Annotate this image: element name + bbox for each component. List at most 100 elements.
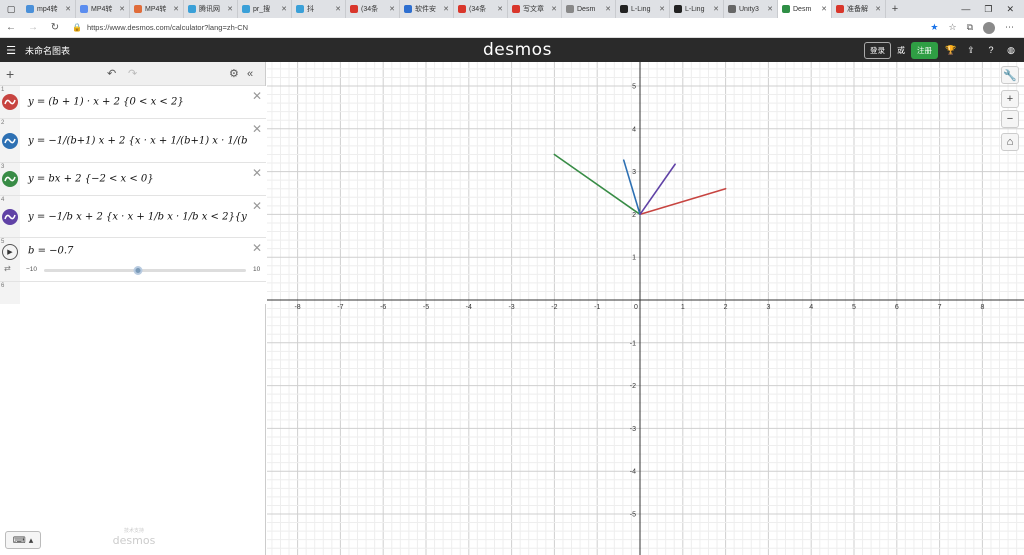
tab-close-icon[interactable]: ✕ bbox=[65, 5, 71, 13]
tab-close-icon[interactable]: ✕ bbox=[875, 5, 881, 13]
caret-up-icon: ▴ bbox=[28, 534, 34, 545]
browser-tab[interactable]: Desm ✕ bbox=[778, 0, 832, 18]
tab-close-icon[interactable]: ✕ bbox=[821, 5, 827, 13]
graph-area[interactable]: -8 -7 -6 -5 -4 -3 -2 -1 0 1 2 3 4 5 6 7 8 5 4 3 2 1 -1 -2 -3 -4 -5… bbox=[267, 62, 1024, 555]
trophy-icon[interactable]: 🏆 bbox=[944, 45, 958, 56]
more-menu-icon[interactable]: ⋯ bbox=[1005, 22, 1014, 33]
undo-icon[interactable]: ↶ bbox=[107, 67, 116, 80]
graph-style-icon[interactable] bbox=[2, 171, 18, 187]
graph-style-icon[interactable] bbox=[2, 132, 18, 149]
browser-tab[interactable]: 腾讯网 ✕ bbox=[184, 0, 238, 18]
empty-expression-row[interactable]: 6 bbox=[0, 282, 266, 304]
tab-close-icon[interactable]: ✕ bbox=[767, 5, 773, 13]
tab-close-icon[interactable]: ✕ bbox=[713, 5, 719, 13]
reload-icon[interactable]: ↻ bbox=[44, 22, 66, 33]
browser-tab[interactable]: mp4转 ✕ bbox=[22, 0, 76, 18]
graph-style-icon[interactable] bbox=[2, 208, 18, 225]
browser-tab[interactable]: Unity3 ✕ bbox=[724, 0, 778, 18]
menu-icon[interactable]: ☰ bbox=[0, 44, 22, 57]
delete-expression-icon[interactable]: ✕ bbox=[252, 122, 262, 136]
x-tick-label: 1 bbox=[681, 304, 685, 311]
zoom-out-icon[interactable]: − bbox=[1001, 110, 1019, 128]
slider-max-label[interactable]: 10 bbox=[253, 266, 260, 273]
settings-gear-icon[interactable]: ⚙ bbox=[229, 67, 239, 80]
zoom-in-icon[interactable]: + bbox=[1001, 90, 1019, 108]
back-icon[interactable]: ← bbox=[0, 22, 22, 33]
x-tick-label: 4 bbox=[809, 304, 813, 311]
tab-close-icon[interactable]: ✕ bbox=[443, 5, 449, 13]
login-button[interactable]: 登录 bbox=[864, 41, 891, 59]
tab-close-icon[interactable]: ✕ bbox=[335, 5, 341, 13]
new-tab-button[interactable]: + bbox=[886, 3, 904, 15]
browser-tab[interactable]: 抖 ✕ bbox=[292, 0, 346, 18]
expression-math[interactable]: y = −1/(b+1) x + 2 {x · x + 1/(b+1) x · … bbox=[28, 135, 248, 146]
tab-title: mp4转 bbox=[37, 6, 58, 13]
tab-close-icon[interactable]: ✕ bbox=[551, 5, 557, 13]
slider-min-label[interactable]: −10 bbox=[26, 266, 37, 273]
delete-expression-icon[interactable]: ✕ bbox=[252, 89, 262, 103]
browser-tab[interactable]: Desm ✕ bbox=[562, 0, 616, 18]
delete-expression-icon[interactable]: ✕ bbox=[252, 199, 262, 213]
play-icon[interactable]: ▶ bbox=[2, 244, 18, 260]
graph-canvas[interactable]: -8 -7 -6 -5 -4 -3 -2 -1 0 1 2 3 4 5 6 7 8 5 4 3 2 1 -1 -2 -3 -4 -5 bbox=[267, 62, 1024, 555]
tab-close-icon[interactable]: ✕ bbox=[173, 5, 179, 13]
graph-style-icon[interactable] bbox=[2, 94, 18, 110]
slider-row[interactable]: 5 ▶ ⇄ b = −0.7 ✕ −10 10 bbox=[0, 238, 266, 282]
browser-tab[interactable]: MP4转 ✕ bbox=[76, 0, 130, 18]
share-icon[interactable]: ⇪ bbox=[964, 45, 978, 56]
browser-tab[interactable]: pr_搜 ✕ bbox=[238, 0, 292, 18]
signup-button[interactable]: 注册 bbox=[911, 41, 938, 59]
expression-math[interactable]: y = −1/b x + 2 {x · x + 1/b x · 1/b x < … bbox=[28, 211, 248, 222]
browser-tab[interactable]: 软件安 ✕ bbox=[400, 0, 454, 18]
expression-math[interactable]: y = bx + 2 {−2 < x < 0} bbox=[28, 174, 154, 185]
add-item-icon[interactable]: + bbox=[6, 66, 20, 82]
tab-close-icon[interactable]: ✕ bbox=[119, 5, 125, 13]
expression-row-4[interactable]: 4 y = −1/b x + 2 {x · x + 1/b x · 1/b x … bbox=[0, 196, 266, 238]
browser-tab[interactable]: 写文章 ✕ bbox=[508, 0, 562, 18]
close-window-icon[interactable]: ✕ bbox=[1006, 4, 1014, 15]
graph-settings-wrench-icon[interactable]: 🔧 bbox=[1001, 66, 1019, 84]
tab-close-icon[interactable]: ✕ bbox=[605, 5, 611, 13]
x-tick-label: 2 bbox=[724, 304, 728, 311]
tab-close-icon[interactable]: ✕ bbox=[227, 5, 233, 13]
tab-favicon-icon bbox=[242, 5, 250, 13]
slider-thumb[interactable] bbox=[133, 266, 143, 275]
slider-track[interactable] bbox=[44, 266, 246, 275]
home-icon[interactable]: ⌂ bbox=[1001, 133, 1019, 151]
delete-expression-icon[interactable]: ✕ bbox=[252, 166, 262, 180]
help-icon[interactable]: ? bbox=[984, 45, 998, 55]
browser-tab[interactable]: 准备解 ✕ bbox=[832, 0, 886, 18]
slider-expression[interactable]: b = −0.7 bbox=[28, 246, 73, 257]
graph-title[interactable]: 未命名图表 bbox=[25, 44, 70, 57]
delete-expression-icon[interactable]: ✕ bbox=[252, 241, 262, 255]
language-globe-icon[interactable]: ◍ bbox=[1004, 45, 1018, 56]
tab-close-icon[interactable]: ✕ bbox=[281, 5, 287, 13]
profile-avatar[interactable] bbox=[983, 21, 995, 34]
maximize-icon[interactable]: ❐ bbox=[984, 4, 992, 15]
expression-row-3[interactable]: 3 y = bx + 2 {−2 < x < 0} ✕ bbox=[0, 163, 266, 196]
tab-close-icon[interactable]: ✕ bbox=[389, 5, 395, 13]
collections-icon[interactable]: ⧉ bbox=[967, 22, 973, 33]
url-field[interactable]: 🔒 https://www.desmos.com/calculator?lang… bbox=[72, 20, 930, 35]
expression-math[interactable]: y = (b + 1) · x + 2 {0 < x < 2} bbox=[28, 97, 184, 108]
collapse-panel-icon[interactable]: « bbox=[247, 68, 253, 80]
browser-tab[interactable]: L-Ling ✕ bbox=[616, 0, 670, 18]
tab-actions-icon[interactable]: ▢ bbox=[0, 0, 22, 18]
browser-tab[interactable]: MP4转 ✕ bbox=[130, 0, 184, 18]
tab-close-icon[interactable]: ✕ bbox=[497, 5, 503, 13]
minimize-icon[interactable]: — bbox=[961, 4, 970, 15]
powered-by-logo: desmos bbox=[112, 534, 156, 547]
bookmark-star-icon[interactable]: ★ bbox=[930, 22, 938, 33]
redo-icon[interactable]: ↷ bbox=[128, 67, 137, 80]
keyboard-toggle-button[interactable]: ⌨ ▴ bbox=[5, 531, 41, 549]
browser-tab-strip: ▢ mp4转 ✕ MP4转 ✕ MP4转 ✕ 腾讯网 ✕ pr_搜 ✕ 抖 ✕ (34条 ✕ 软件安 ✕ (34… bbox=[0, 0, 1024, 18]
expression-row-1[interactable]: 1 y = (b + 1) · x + 2 {0 < x < 2} ✕ bbox=[0, 86, 266, 119]
expression-row-2[interactable]: 2 y = −1/(b+1) x + 2 {x · x + 1/(b+1) x … bbox=[0, 119, 266, 163]
loop-icon[interactable]: ⇄ bbox=[4, 264, 11, 273]
forward-icon[interactable]: → bbox=[22, 22, 44, 33]
favorites-icon[interactable]: ☆ bbox=[948, 22, 956, 33]
browser-tab[interactable]: L-Ling ✕ bbox=[670, 0, 724, 18]
tab-close-icon[interactable]: ✕ bbox=[659, 5, 665, 13]
browser-tab[interactable]: (34条 ✕ bbox=[346, 0, 400, 18]
browser-tab[interactable]: (34条 ✕ bbox=[454, 0, 508, 18]
